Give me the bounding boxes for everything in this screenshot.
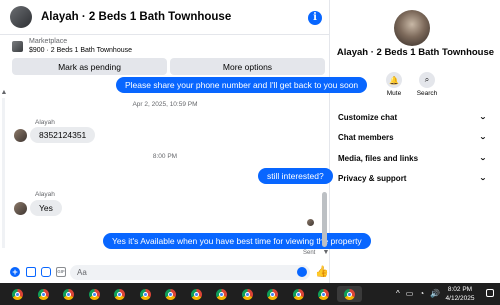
- taskbar-app-chrome[interactable]: [56, 286, 82, 302]
- sender-name: Alayah: [35, 191, 55, 198]
- mute-label: Mute: [386, 90, 402, 97]
- sender-avatar[interactable]: [14, 202, 27, 215]
- taskbar: ^ ▭ ◔ 🔊 8:02 PM 4/12/2025: [0, 283, 500, 305]
- chrome-icon: [343, 288, 355, 300]
- search-label: Search: [416, 90, 438, 97]
- tray-chevron-icon[interactable]: ^: [396, 289, 400, 298]
- sender-avatar[interactable]: [14, 129, 27, 142]
- scroll-track[interactable]: [2, 98, 5, 248]
- chevron-down-icon: ⌄: [479, 114, 487, 121]
- chrome-icon: [12, 288, 24, 300]
- details-panel: Alayah · 2 Beds 1 Bath Townhouse 🔔 Mute …: [331, 0, 500, 283]
- chrome-icon: [88, 288, 100, 300]
- taskbar-apps: [5, 286, 362, 302]
- section-privacy-support[interactable]: Privacy & support ⌄: [338, 171, 487, 185]
- notification-icon[interactable]: [486, 289, 494, 297]
- chrome-icon: [165, 288, 177, 300]
- listing-source: Marketplace: [29, 38, 68, 45]
- chrome-icon: [190, 288, 202, 300]
- more-options-button[interactable]: More options: [170, 58, 325, 75]
- details-name: Alayah · 2 Beds 1 Bath Townhouse: [336, 47, 495, 58]
- chrome-icon: [267, 288, 279, 300]
- sender-name: Alayah: [35, 119, 55, 126]
- section-media-files-links[interactable]: Media, files and links ⌄: [338, 151, 487, 165]
- plus-icon[interactable]: +: [10, 267, 20, 277]
- taskbar-app-chrome[interactable]: [82, 286, 108, 302]
- taskbar-app-chrome[interactable]: [158, 286, 184, 302]
- sent-status: Sent: [303, 250, 316, 256]
- chrome-icon: [114, 288, 126, 300]
- taskbar-app-chrome[interactable]: [133, 286, 159, 302]
- chevron-down-icon: ⌄: [479, 134, 487, 141]
- message-incoming[interactable]: 8352124351: [30, 127, 96, 143]
- clock-date: 4/12/2025: [445, 295, 475, 302]
- section-customize-chat[interactable]: Customize chat ⌄: [338, 110, 487, 124]
- chrome-icon: [318, 288, 330, 300]
- taskbar-app-chrome[interactable]: [235, 286, 261, 302]
- marketplace-listing[interactable]: Marketplace $900 · 2 Beds 1 Bath Townhou…: [0, 36, 330, 56]
- message-timestamp: 8:00 PM: [152, 153, 178, 160]
- profile-avatar[interactable]: [394, 10, 430, 46]
- mute-action[interactable]: 🔔 Mute: [379, 72, 409, 97]
- taskbar-app-chrome[interactable]: [184, 286, 210, 302]
- chrome-icon: [37, 288, 49, 300]
- chrome-icon: [139, 288, 151, 300]
- listing-thumbnail: [12, 40, 23, 52]
- system-tray: ^ ▭ ◔ 🔊: [396, 289, 440, 298]
- section-chat-members[interactable]: Chat members ⌄: [338, 130, 487, 144]
- message-outgoing[interactable]: Please share your phone number and I'll …: [116, 77, 368, 93]
- section-label: Privacy & support: [338, 173, 407, 183]
- chrome-icon: [216, 288, 228, 300]
- listing-actions: Mark as pending More options: [12, 58, 325, 75]
- clock[interactable]: 8:02 PM 4/12/2025: [438, 285, 482, 303]
- battery-icon[interactable]: ▭: [406, 289, 414, 298]
- taskbar-app-chrome[interactable]: [311, 286, 337, 302]
- seen-avatar: [307, 219, 314, 226]
- search-action[interactable]: ⌕ Search: [412, 72, 442, 97]
- listing-price-title: $900 · 2 Beds 1 Bath Townhouse: [29, 47, 133, 54]
- section-label: Customize chat: [338, 112, 398, 122]
- taskbar-app-chrome[interactable]: [31, 286, 57, 302]
- taskbar-app-chrome[interactable]: [209, 286, 235, 302]
- chevron-down-icon: ⌄: [479, 175, 487, 182]
- section-label: Chat members: [338, 132, 394, 142]
- image-icon[interactable]: [26, 267, 36, 277]
- listing-avatar[interactable]: [10, 6, 32, 28]
- like-icon[interactable]: 👍: [315, 265, 329, 278]
- clock-time: 8:02 PM: [447, 286, 473, 293]
- wifi-icon[interactable]: ◔: [419, 289, 424, 298]
- chrome-icon: [292, 288, 304, 300]
- chevron-down-icon: ⌄: [479, 155, 487, 162]
- chat-panel: Alayah · 2 Beds 1 Bath Townhouse i Marke…: [0, 0, 371, 283]
- chrome-icon: [241, 288, 253, 300]
- app-window: Alayah · 2 Beds 1 Bath Townhouse i Marke…: [0, 0, 500, 305]
- listing-text: Marketplace $900 · 2 Beds 1 Bath Townhou…: [29, 37, 132, 55]
- info-icon[interactable]: i: [308, 11, 322, 25]
- search-icon[interactable]: ⌕: [419, 72, 435, 88]
- bell-icon[interactable]: 🔔: [386, 72, 402, 88]
- sticker-icon[interactable]: [41, 267, 51, 277]
- scroll-up-icon[interactable]: ▲: [0, 89, 8, 96]
- taskbar-app-chrome[interactable]: [107, 286, 133, 302]
- message-timestamp: Apr 2, 2025, 10:59 PM: [132, 101, 198, 108]
- taskbar-app-chrome[interactable]: [5, 286, 31, 302]
- emoji-icon[interactable]: [297, 267, 307, 277]
- message-outgoing[interactable]: still interested?: [258, 168, 333, 184]
- scroll-down-icon[interactable]: ▼: [322, 249, 330, 256]
- gif-icon[interactable]: GIF: [56, 267, 66, 277]
- message-incoming[interactable]: Yes: [30, 200, 62, 216]
- chrome-icon: [63, 288, 75, 300]
- scrollbar-thumb[interactable]: [322, 192, 327, 247]
- message-input[interactable]: [70, 265, 310, 280]
- taskbar-app-chrome[interactable]: [336, 286, 362, 302]
- taskbar-app-chrome[interactable]: [260, 286, 286, 302]
- section-label: Media, files and links: [338, 153, 419, 163]
- chat-title[interactable]: Alayah · 2 Beds 1 Bath Townhouse: [41, 11, 231, 23]
- chat-header: Alayah · 2 Beds 1 Bath Townhouse i: [0, 0, 330, 35]
- composer: + GIF 👍: [0, 262, 330, 282]
- mark-as-pending-button[interactable]: Mark as pending: [12, 58, 167, 75]
- taskbar-app-chrome[interactable]: [286, 286, 312, 302]
